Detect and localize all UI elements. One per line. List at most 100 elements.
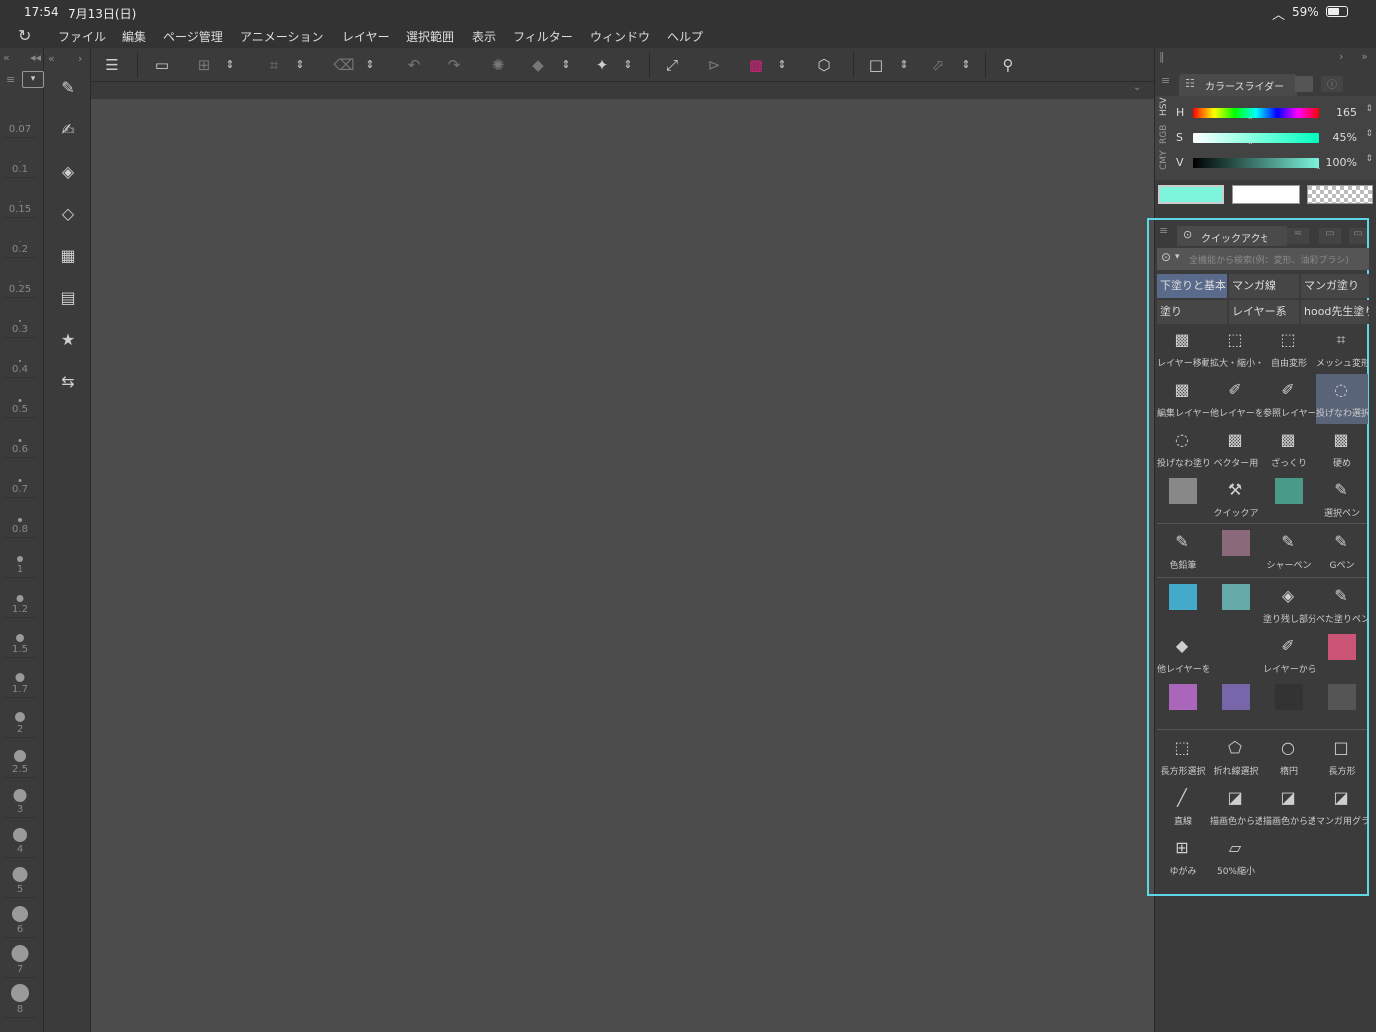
edit-selection-icon[interactable]: ⬀: [927, 54, 949, 76]
3d-select-icon[interactable]: ⬡: [813, 54, 835, 76]
brush-size-0.25[interactable]: 0.25: [4, 258, 36, 298]
brush-size-1[interactable]: 1: [4, 538, 36, 578]
quick-access-item[interactable]: ✎ Gペン: [1316, 526, 1368, 576]
quick-access-item[interactable]: ◪ 描画色から透: [1210, 782, 1262, 832]
quick-access-item[interactable]: [1157, 474, 1209, 524]
quick-access-item[interactable]: [1157, 580, 1209, 630]
brush-size-1.7[interactable]: 1.7: [4, 658, 36, 698]
search-field[interactable]: ⊙ ▾ 全機能から検索(例：変形、油彩ブラシ): [1157, 248, 1369, 270]
brush-size-0.5[interactable]: 0.5: [4, 378, 36, 418]
extra-tab-icon[interactable]: ▭: [1349, 228, 1367, 244]
save-options-icon[interactable]: ⇕: [223, 54, 237, 76]
navigator-icon[interactable]: ▦: [56, 244, 80, 268]
brush-size-0.1[interactable]: 0.1: [4, 138, 36, 178]
quick-access-item[interactable]: ▩ 編集レイヤー: [1157, 374, 1209, 424]
saturation-slider[interactable]: [1193, 133, 1319, 143]
quick-access-item[interactable]: ⊞ ゆがみ: [1157, 832, 1209, 882]
menu-window[interactable]: ウィンドウ: [590, 28, 650, 45]
brush-size-2.5[interactable]: 2.5: [4, 738, 36, 778]
value-stepper-icon[interactable]: ⇕: [1365, 154, 1373, 164]
quick-access-item[interactable]: ⬚ 長方形選択: [1157, 732, 1209, 782]
brush-size-0.8[interactable]: 0.8: [4, 498, 36, 538]
sub-color-swatch[interactable]: [1232, 185, 1300, 204]
quick-access-item[interactable]: [1316, 630, 1368, 680]
set-tab-manga-line[interactable]: マンガ線: [1229, 274, 1299, 298]
set-tab-hood[interactable]: hood先生塗り: [1301, 300, 1369, 324]
mode-rgb[interactable]: RGB: [1159, 125, 1169, 144]
menu-page[interactable]: ページ管理: [163, 28, 223, 45]
sparkle-icon[interactable]: ✦: [591, 54, 613, 76]
value-value[interactable]: 100%: [1326, 156, 1357, 169]
quick-access-item[interactable]: ⬚ 自由変形: [1263, 324, 1315, 374]
hue-thumb-icon[interactable]: ⌃: [1247, 116, 1254, 125]
quick-access-item[interactable]: ⬠ 折れ線選択: [1210, 732, 1262, 782]
quick-access-item[interactable]: ✎ 色鉛筆: [1157, 526, 1209, 576]
chevron-down-icon[interactable]: ⌄: [1133, 82, 1141, 93]
quick-access-item[interactable]: [1263, 680, 1315, 730]
brush-size-8[interactable]: 8: [4, 978, 36, 1018]
quick-access-item[interactable]: ▱ 50%縮小: [1210, 832, 1262, 882]
quick-access-item[interactable]: ✐ レイヤーから: [1263, 630, 1315, 680]
brush-size-5[interactable]: 5: [4, 858, 36, 898]
brush-size-0.4[interactable]: 0.4: [4, 338, 36, 378]
app-logo-icon[interactable]: ↻: [18, 26, 31, 45]
collapse-all-icon[interactable]: »: [1361, 50, 1368, 63]
saturation-value[interactable]: 45%: [1333, 131, 1357, 144]
search-layer-icon[interactable]: ⚲: [997, 54, 1019, 76]
brush-size-0.3[interactable]: 0.3: [4, 298, 36, 338]
dropdown-icon[interactable]: ▾: [22, 71, 44, 88]
brush-size-0.7[interactable]: 0.7: [4, 458, 36, 498]
quick-access-item[interactable]: ⌗ メッシュ変形: [1316, 324, 1368, 374]
main-color-swatch[interactable]: [1158, 185, 1224, 204]
mosaic-options-icon[interactable]: ⇕: [775, 54, 789, 76]
selection-box-icon[interactable]: □: [865, 54, 887, 76]
quick-access-item[interactable]: [1316, 680, 1368, 730]
sub-tool-tab-icon[interactable]: ≂: [1287, 228, 1309, 244]
quick-access-item[interactable]: □ 長方形: [1316, 732, 1368, 782]
crop-options-icon[interactable]: ⇕: [293, 54, 307, 76]
quick-access-item[interactable]: [1263, 474, 1315, 524]
pen-tool-icon[interactable]: ✎: [56, 76, 80, 100]
brush-size-0.07[interactable]: 0.07: [4, 98, 36, 138]
brush-size-0.2[interactable]: 0.2: [4, 218, 36, 258]
quick-access-item[interactable]: ╱ 直線: [1157, 782, 1209, 832]
collapse-right-icon[interactable]: ›: [1339, 50, 1343, 63]
quick-access-menu-icon[interactable]: ≡: [1159, 224, 1168, 237]
save-icon[interactable]: ⊞: [193, 54, 215, 76]
menu-animation[interactable]: アニメーション: [240, 28, 324, 45]
quick-access-item[interactable]: ✐ 参照レイヤー: [1263, 374, 1315, 424]
quick-access-item[interactable]: ✎ 選択ペン: [1316, 474, 1368, 524]
color-panel-menu-icon[interactable]: ≡: [1161, 74, 1170, 87]
quick-access-item[interactable]: ○ 楕円: [1263, 732, 1315, 782]
saturation-thumb-icon[interactable]: ⌃: [1247, 141, 1254, 150]
brush-size-2[interactable]: 2: [4, 698, 36, 738]
value-thumb-icon[interactable]: ⌃: [1315, 166, 1322, 175]
info-tab-icon[interactable]: ⓘ: [1321, 76, 1343, 92]
brush-size-6[interactable]: 6: [4, 898, 36, 938]
tool-property-tab-icon[interactable]: ▭: [1319, 228, 1341, 244]
flip-icon[interactable]: ⊳: [703, 54, 725, 76]
quick-access-item[interactable]: ◆ 他レイヤーを: [1157, 630, 1209, 680]
menu-filter[interactable]: フィルター: [513, 28, 573, 45]
animation-timeline-icon[interactable]: ▤: [56, 286, 80, 310]
quick-access-item[interactable]: ◈ 塗り残し部分: [1263, 580, 1315, 630]
hue-slider[interactable]: [1193, 108, 1319, 118]
brush-size-1.2[interactable]: 1.2: [4, 578, 36, 618]
tab-quick-access[interactable]: ⊙ クイックアクセス: [1177, 226, 1287, 246]
brush-size-0.15[interactable]: 0.15: [4, 178, 36, 218]
menu-view[interactable]: 表示: [472, 28, 496, 45]
fill-icon[interactable]: ◆: [527, 54, 549, 76]
quick-access-item[interactable]: [1210, 680, 1262, 730]
quick-access-item[interactable]: [1210, 630, 1262, 680]
set-tab-paint[interactable]: 塗り: [1157, 300, 1227, 324]
menu-file[interactable]: ファイル: [58, 28, 106, 45]
quick-access-item[interactable]: [1210, 526, 1262, 576]
quick-access-item[interactable]: ⚒ クイックア: [1210, 474, 1262, 524]
mode-cmy[interactable]: CMY: [1159, 150, 1169, 170]
panel-grip-icon[interactable]: ‖: [1159, 50, 1165, 63]
brush-settings-icon[interactable]: ✍: [56, 118, 80, 142]
quick-access-item[interactable]: ◌ 投げなわ選択: [1316, 374, 1368, 424]
brush-size-7[interactable]: 7: [4, 938, 36, 978]
collapse-left-icon[interactable]: «: [3, 51, 10, 64]
quick-access-item[interactable]: ✎ べた塗りペン: [1316, 580, 1368, 630]
